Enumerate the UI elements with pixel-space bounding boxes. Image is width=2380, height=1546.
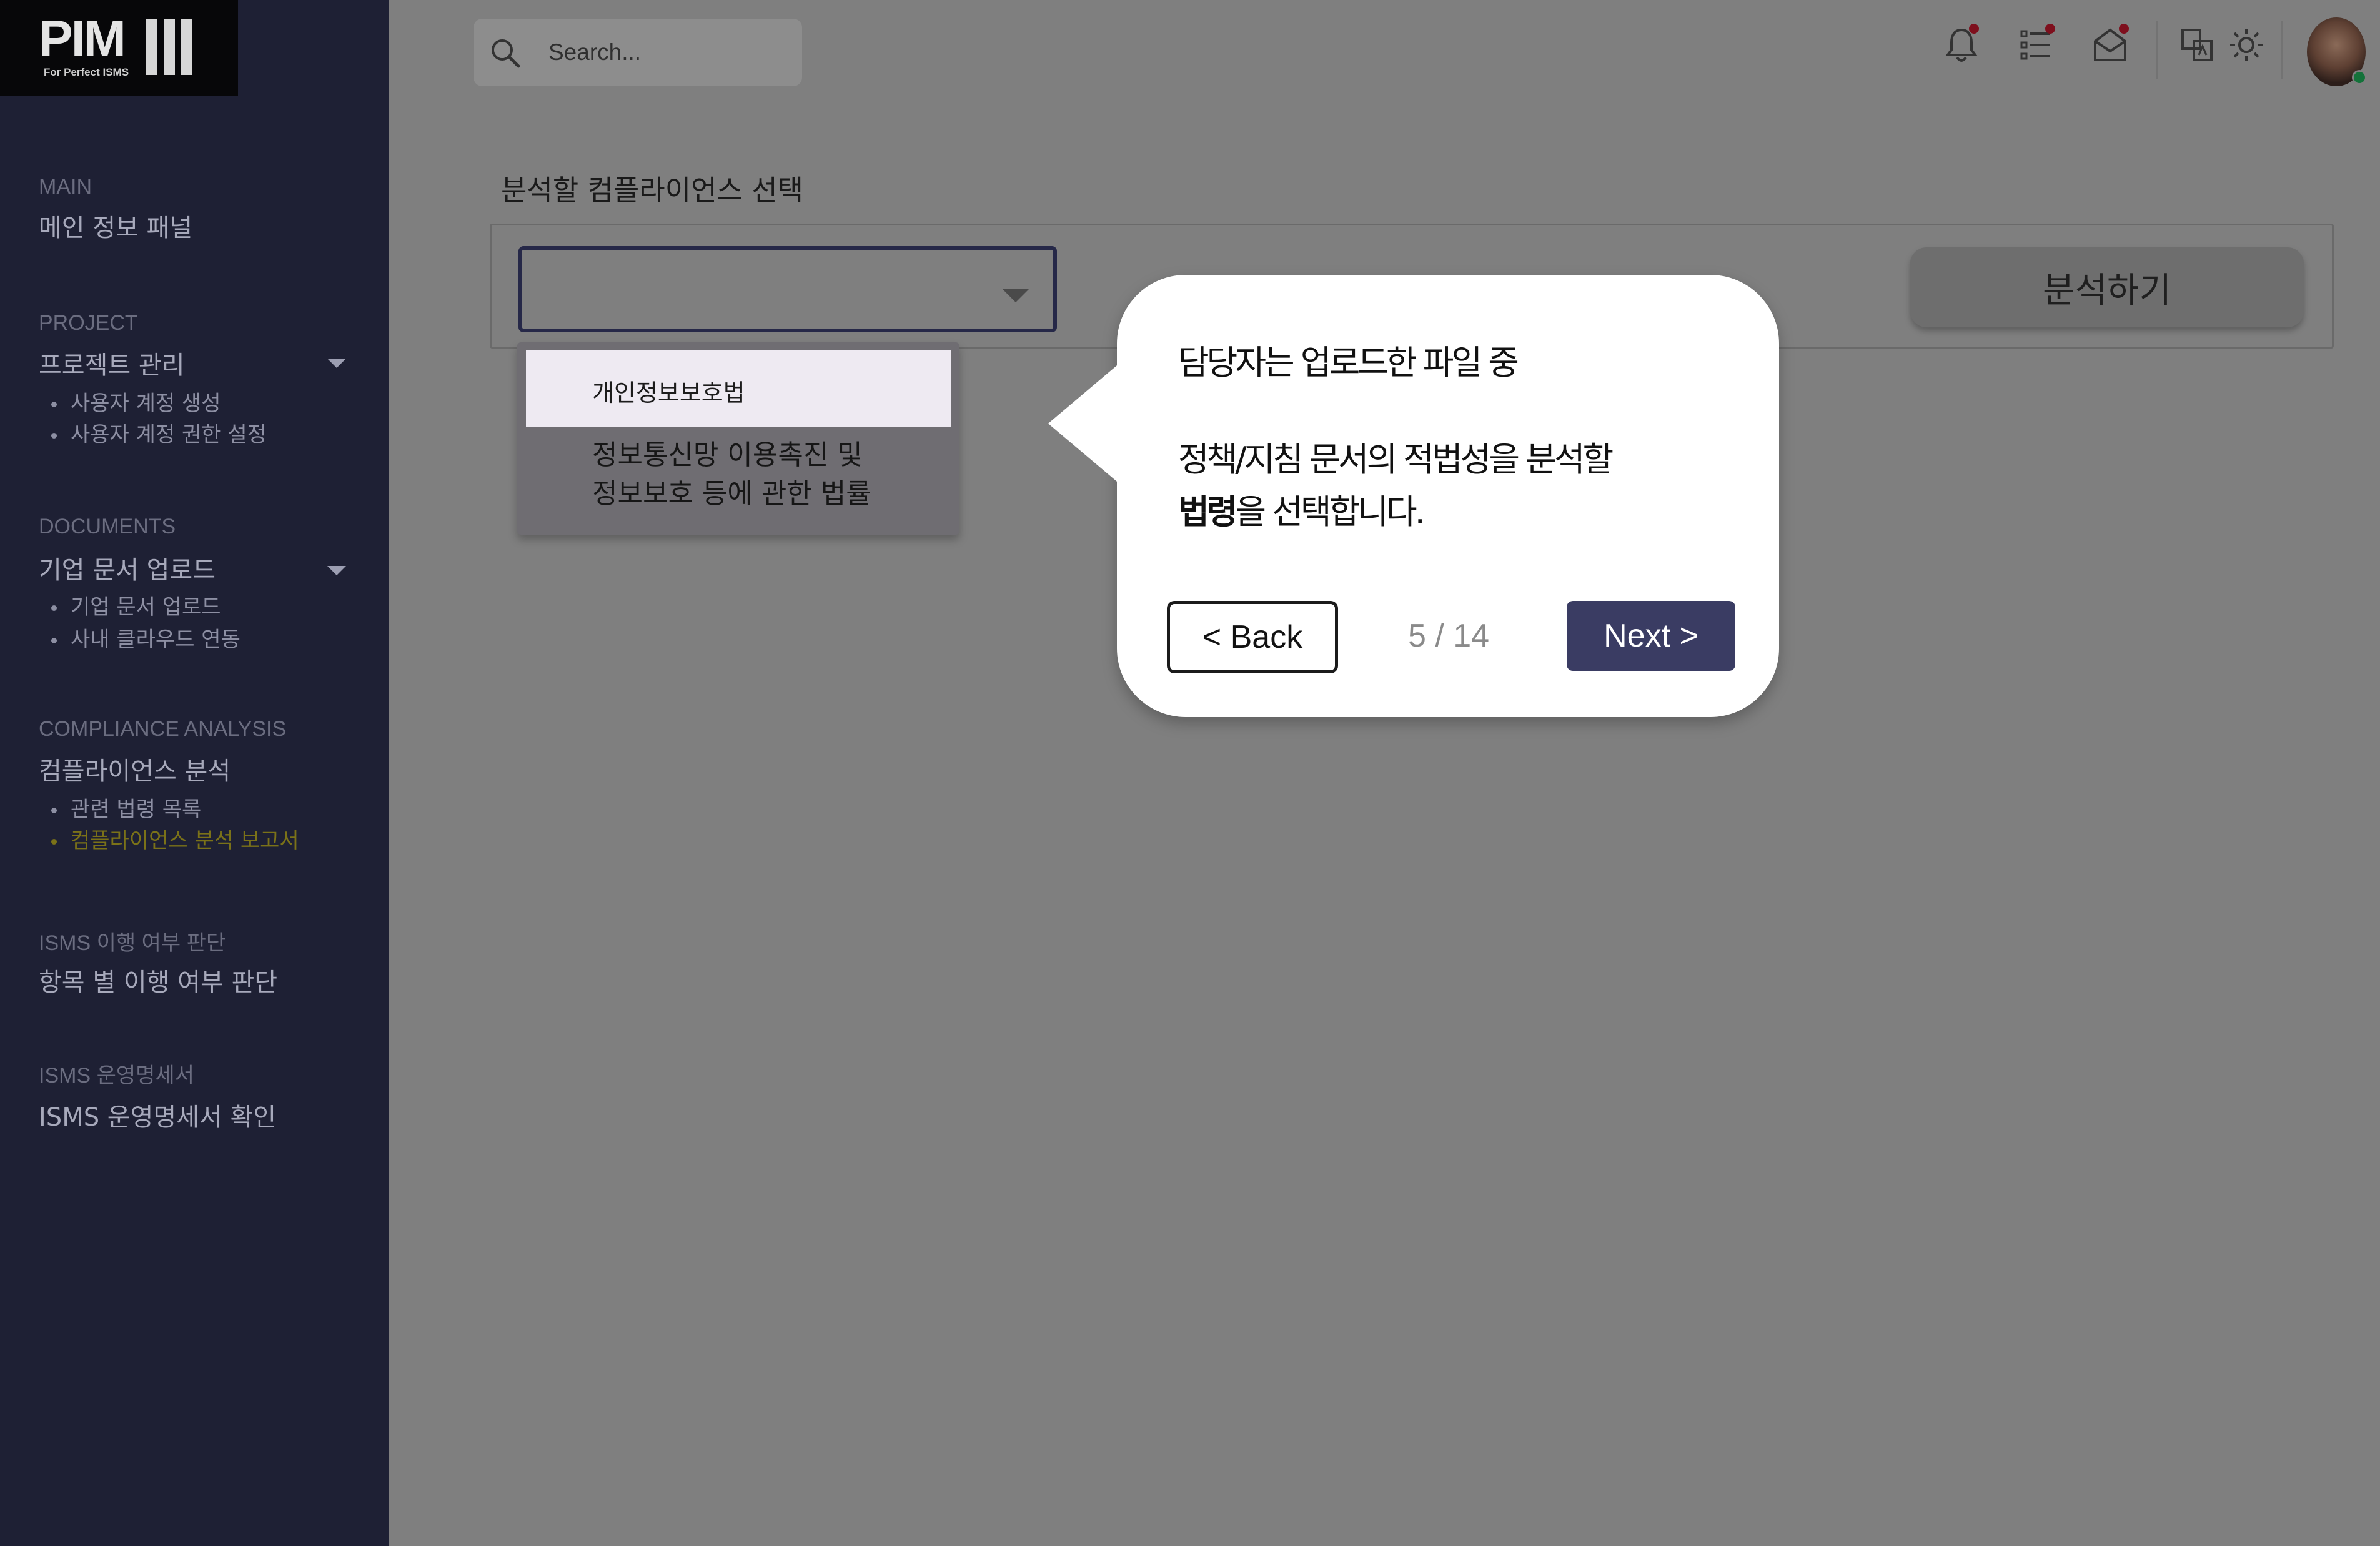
select-label: 분석할 컴플라이언스 선택: [501, 174, 804, 207]
nav-main-panel[interactable]: 메인 정보 패널: [39, 207, 192, 244]
nav-upload-document[interactable]: 기업 문서 업로드: [51, 590, 221, 620]
tooltip-arrow: [1048, 362, 1121, 485]
nav-project-manage[interactable]: 프로젝트 관리: [39, 345, 185, 381]
dropdown-option-network-act[interactable]: 정보통신망 이용촉진 및 정보보호 등에 관한 법률: [592, 436, 948, 513]
nav-isms-check[interactable]: 항목 별 이행 여부 판단: [39, 962, 277, 998]
section-label-compliance: COMPLIANCE ANALYSIS: [39, 717, 287, 741]
search-input[interactable]: [548, 36, 786, 69]
chevron-down-icon[interactable]: [327, 566, 346, 575]
tour-tooltip: 담당자는 업로드한 파일 중 정책/지침 문서의 적법성을 분석할 법령을 선택…: [1048, 275, 1779, 717]
logo[interactable]: PIM For Perfect ISMS: [0, 0, 238, 96]
logo-title: PIM: [39, 11, 126, 67]
nav-law-list[interactable]: 관련 법령 목록: [51, 792, 201, 823]
next-button[interactable]: Next >: [1567, 601, 1735, 671]
header-divider: [2156, 21, 2158, 79]
option-label: 개인정보보호법: [592, 379, 745, 407]
nav-account-permission[interactable]: 사용자 계정 권한 설정: [51, 417, 267, 448]
step-counter: 5 / 14: [1408, 618, 1490, 654]
section-label-project: PROJECT: [39, 311, 138, 335]
tooltip-text-line2: 정책/지침 문서의 적법성을 분석할: [1178, 440, 1614, 479]
online-status-indicator: [2352, 70, 2367, 85]
logo-bars: [146, 19, 199, 77]
search-icon: [492, 39, 520, 68]
translate-icon[interactable]: [2180, 25, 2215, 67]
bell-icon[interactable]: [1945, 24, 1979, 67]
section-label-isms-check: ISMS 이행 여부 판단: [39, 931, 226, 955]
avatar[interactable]: [2307, 17, 2367, 86]
search-box[interactable]: [474, 19, 802, 86]
back-button[interactable]: < Back: [1167, 601, 1338, 673]
compliance-select[interactable]: [518, 246, 1057, 332]
chevron-down-icon[interactable]: [327, 359, 346, 368]
nav-create-account[interactable]: 사용자 계정 생성: [51, 386, 221, 417]
nav-document-upload[interactable]: 기업 문서 업로드: [39, 550, 216, 586]
sidebar: PIM For Perfect ISMS MAIN 메인 정보 패널 PROJE…: [0, 0, 389, 1546]
header-divider: [2281, 21, 2283, 79]
notification-badge: [1969, 24, 1979, 34]
section-label-isms-spec: ISMS 운영명세서: [39, 1064, 194, 1088]
tooltip-text-line3: 을 선택합니다.: [1235, 492, 1425, 532]
section-label-documents: DOCUMENTS: [39, 515, 176, 538]
tooltip-text-line1: 담당자는 업로드한 파일 중: [1178, 343, 1519, 382]
nav-cloud-sync[interactable]: 사내 클라우드 연동: [51, 622, 240, 653]
logo-subtitle: For Perfect ISMS: [44, 66, 129, 78]
mail-icon[interactable]: [2093, 24, 2129, 67]
task-badge: [2045, 24, 2055, 34]
analyze-button[interactable]: 분석하기: [1910, 247, 2304, 327]
compliance-dropdown: 개인정보보호법 정보통신망 이용촉진 및 정보보호 등에 관한 법률: [517, 342, 959, 535]
section-label-main: MAIN: [39, 175, 92, 199]
mail-badge: [2119, 24, 2129, 34]
tooltip-text-body: 정책/지침 문서의 적법성을 분석할 법령을 선택합니다.: [1178, 434, 1614, 538]
nav-compliance-analysis[interactable]: 컴플라이언스 분석: [39, 751, 231, 787]
nav-isms-spec[interactable]: ISMS 운영명세서 확인: [39, 1097, 276, 1133]
nav-compliance-report[interactable]: 컴플라이언스 분석 보고서: [51, 823, 299, 854]
chevron-down-icon: [1002, 289, 1029, 302]
list-icon[interactable]: [2019, 24, 2055, 67]
tooltip-bold-text: 법령: [1178, 492, 1237, 532]
dropdown-option-privacy-act[interactable]: 개인정보보호법: [526, 350, 951, 427]
sun-icon[interactable]: [2229, 25, 2264, 67]
